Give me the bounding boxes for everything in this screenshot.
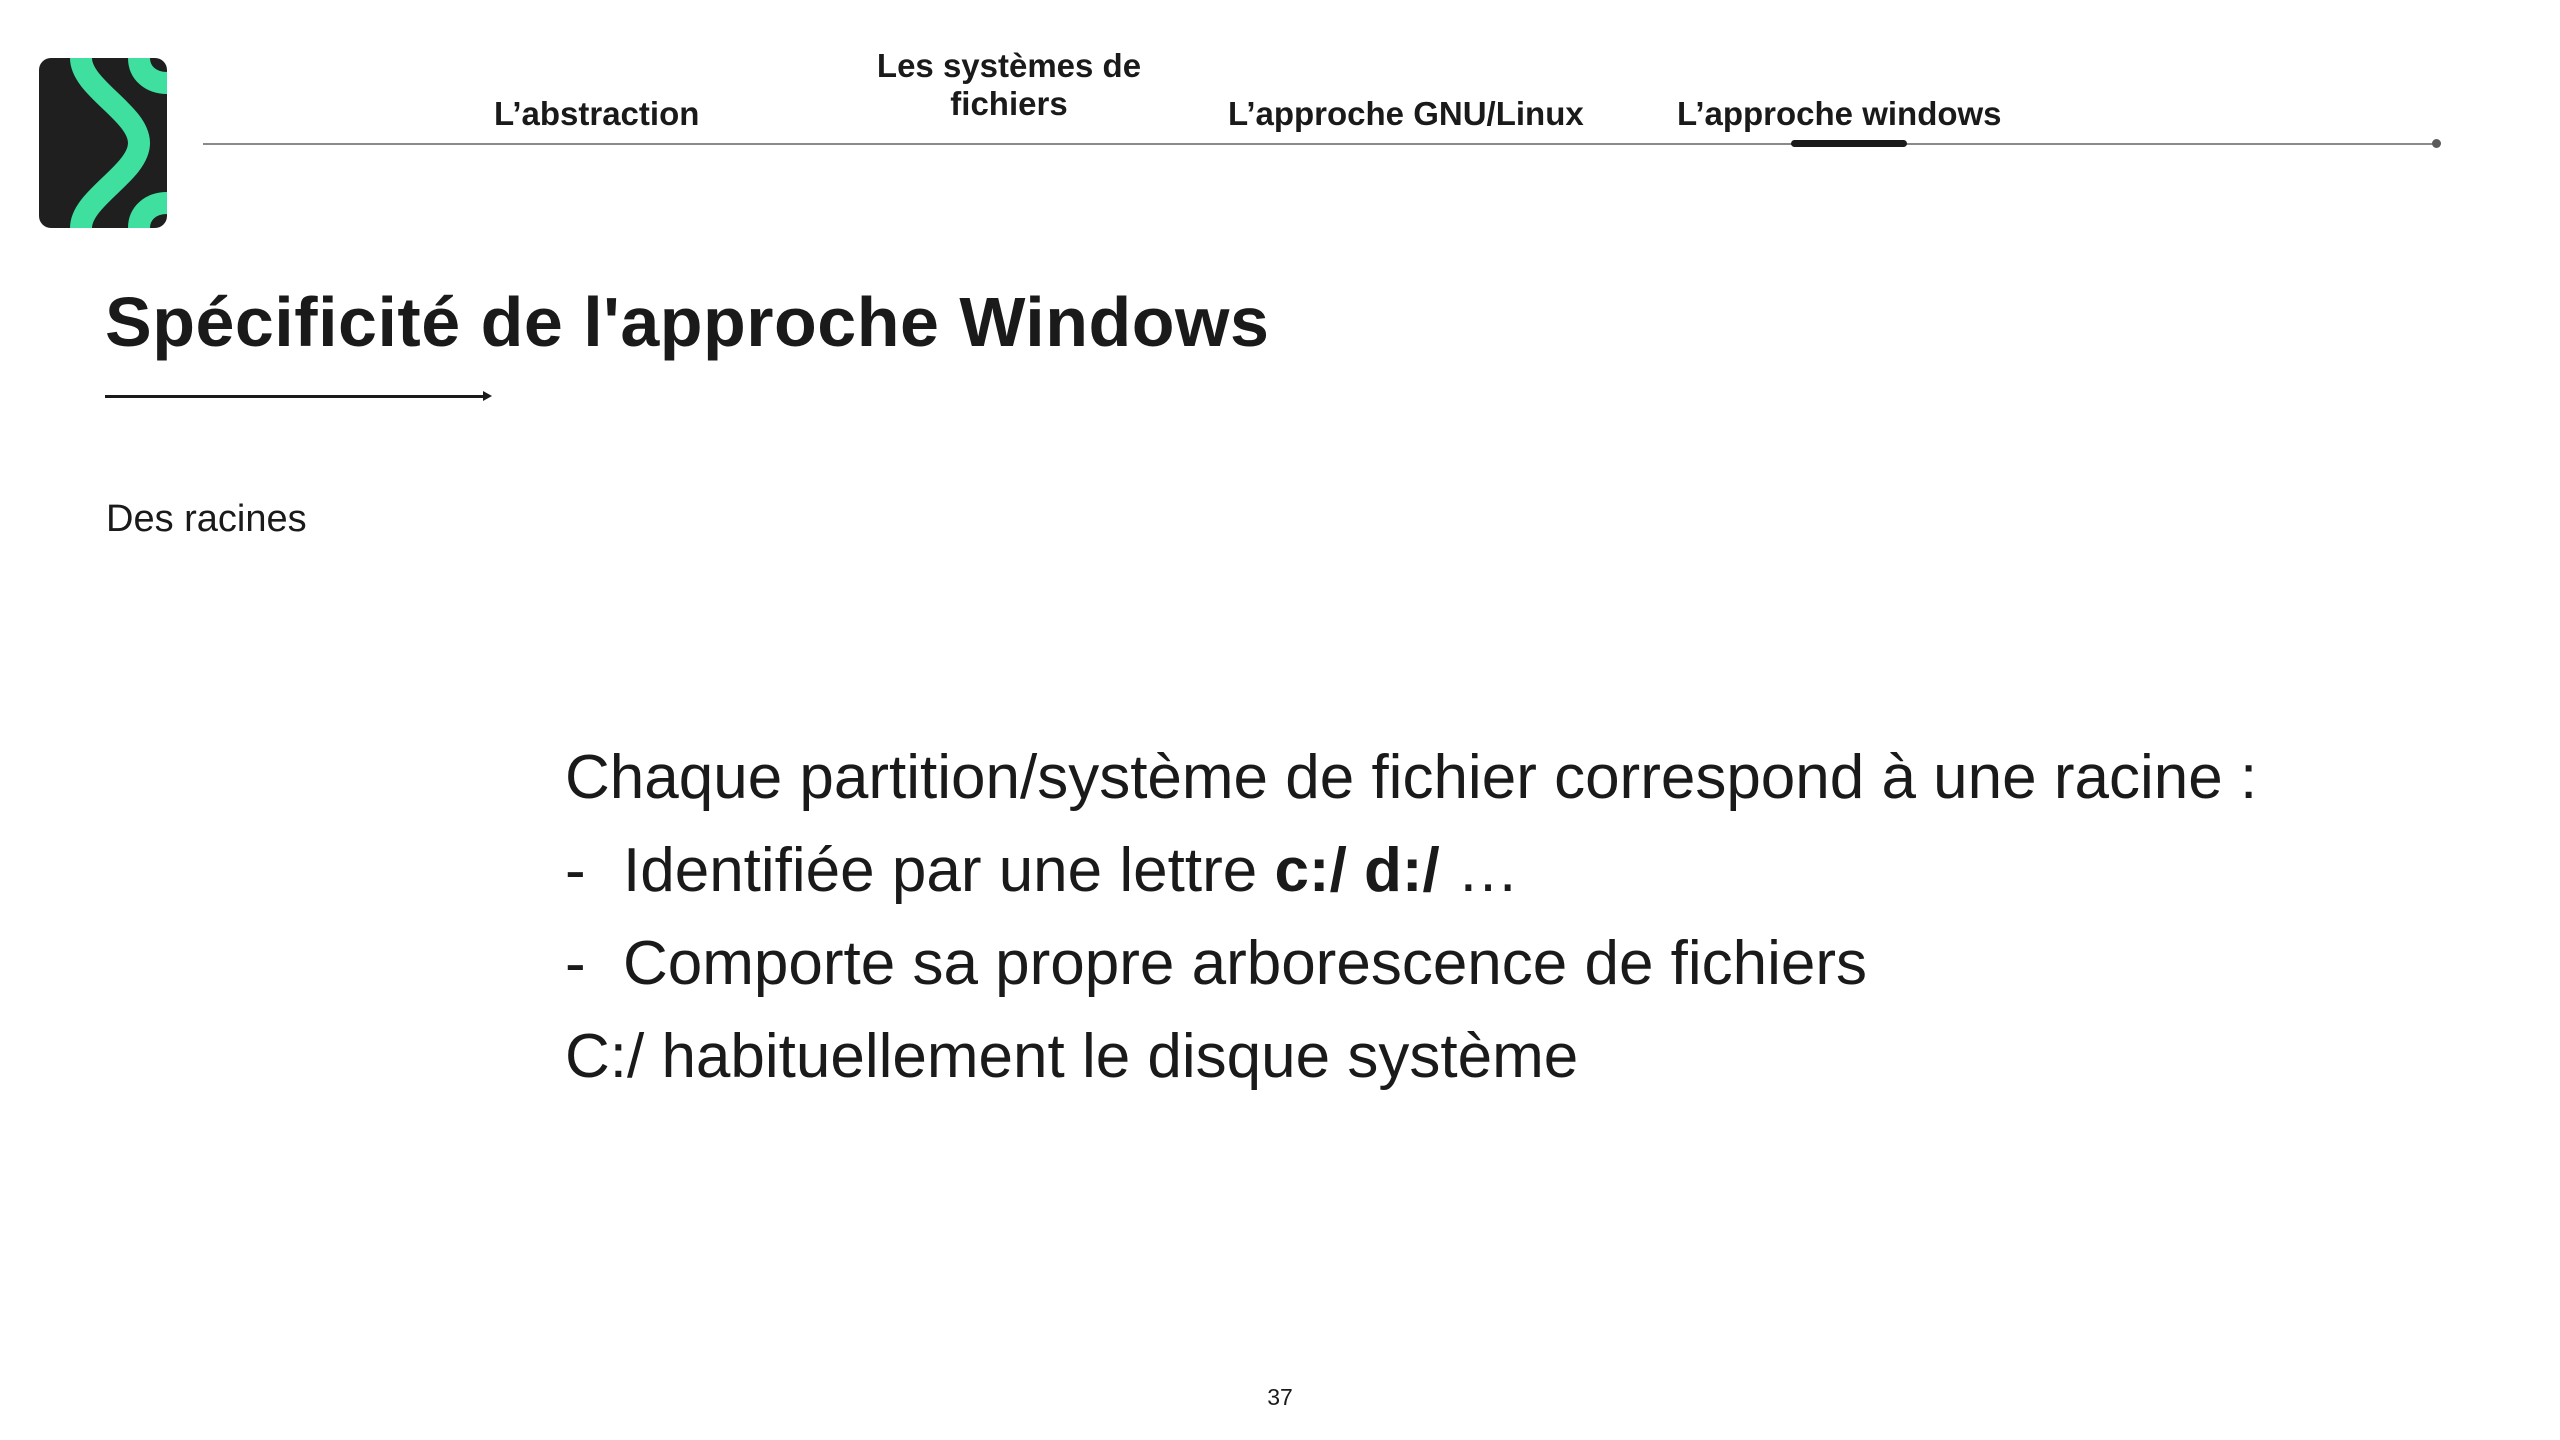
bullet-text: Comporte sa propre arborescence de fichi… [623, 929, 1868, 998]
bullet-bold-drives: c:/ d:/ [1274, 836, 1440, 905]
nav-timeline [203, 143, 2438, 145]
bullet-text: Identifiée par une lettre [623, 836, 1275, 905]
page-number: 37 [1267, 1384, 1293, 1410]
nav-item-systemes-de-fichiers[interactable]: Les systèmes de fichiers [864, 47, 1154, 123]
nav-item-approche-gnu-linux[interactable]: L’approche GNU/Linux [1228, 95, 1584, 133]
nav-item-abstraction[interactable]: L’abstraction [494, 95, 699, 133]
nav-active-indicator [1791, 140, 1907, 147]
bullet-suffix: … [1439, 836, 1519, 905]
slide-subtitle: Des racines [106, 498, 307, 540]
slide-title: Spécificité de l'approche Windows [105, 283, 1270, 361]
brand-logo [39, 58, 167, 228]
slide-body: Chaque partition/système de fichier corr… [565, 731, 2465, 1103]
nav-item-approche-windows[interactable]: L’approche windows [1677, 95, 2002, 133]
bullet-item-arborescence: - Comporte sa propre arborescence de fich… [565, 917, 2465, 1010]
body-line-intro: Chaque partition/système de fichier corr… [565, 743, 2258, 812]
bullet-item-lettre: - Identifiée par une lettre c:/ d:/ … [565, 824, 2465, 917]
title-underline-arrow [105, 395, 485, 398]
title-arrow-head [483, 391, 492, 401]
bullet-dash: - [565, 929, 586, 998]
nav-timeline-end-dot [2432, 139, 2441, 148]
body-line-disque-systeme: C:/ habituellement le disque système [565, 1022, 1579, 1091]
bullet-dash: - [565, 836, 586, 905]
